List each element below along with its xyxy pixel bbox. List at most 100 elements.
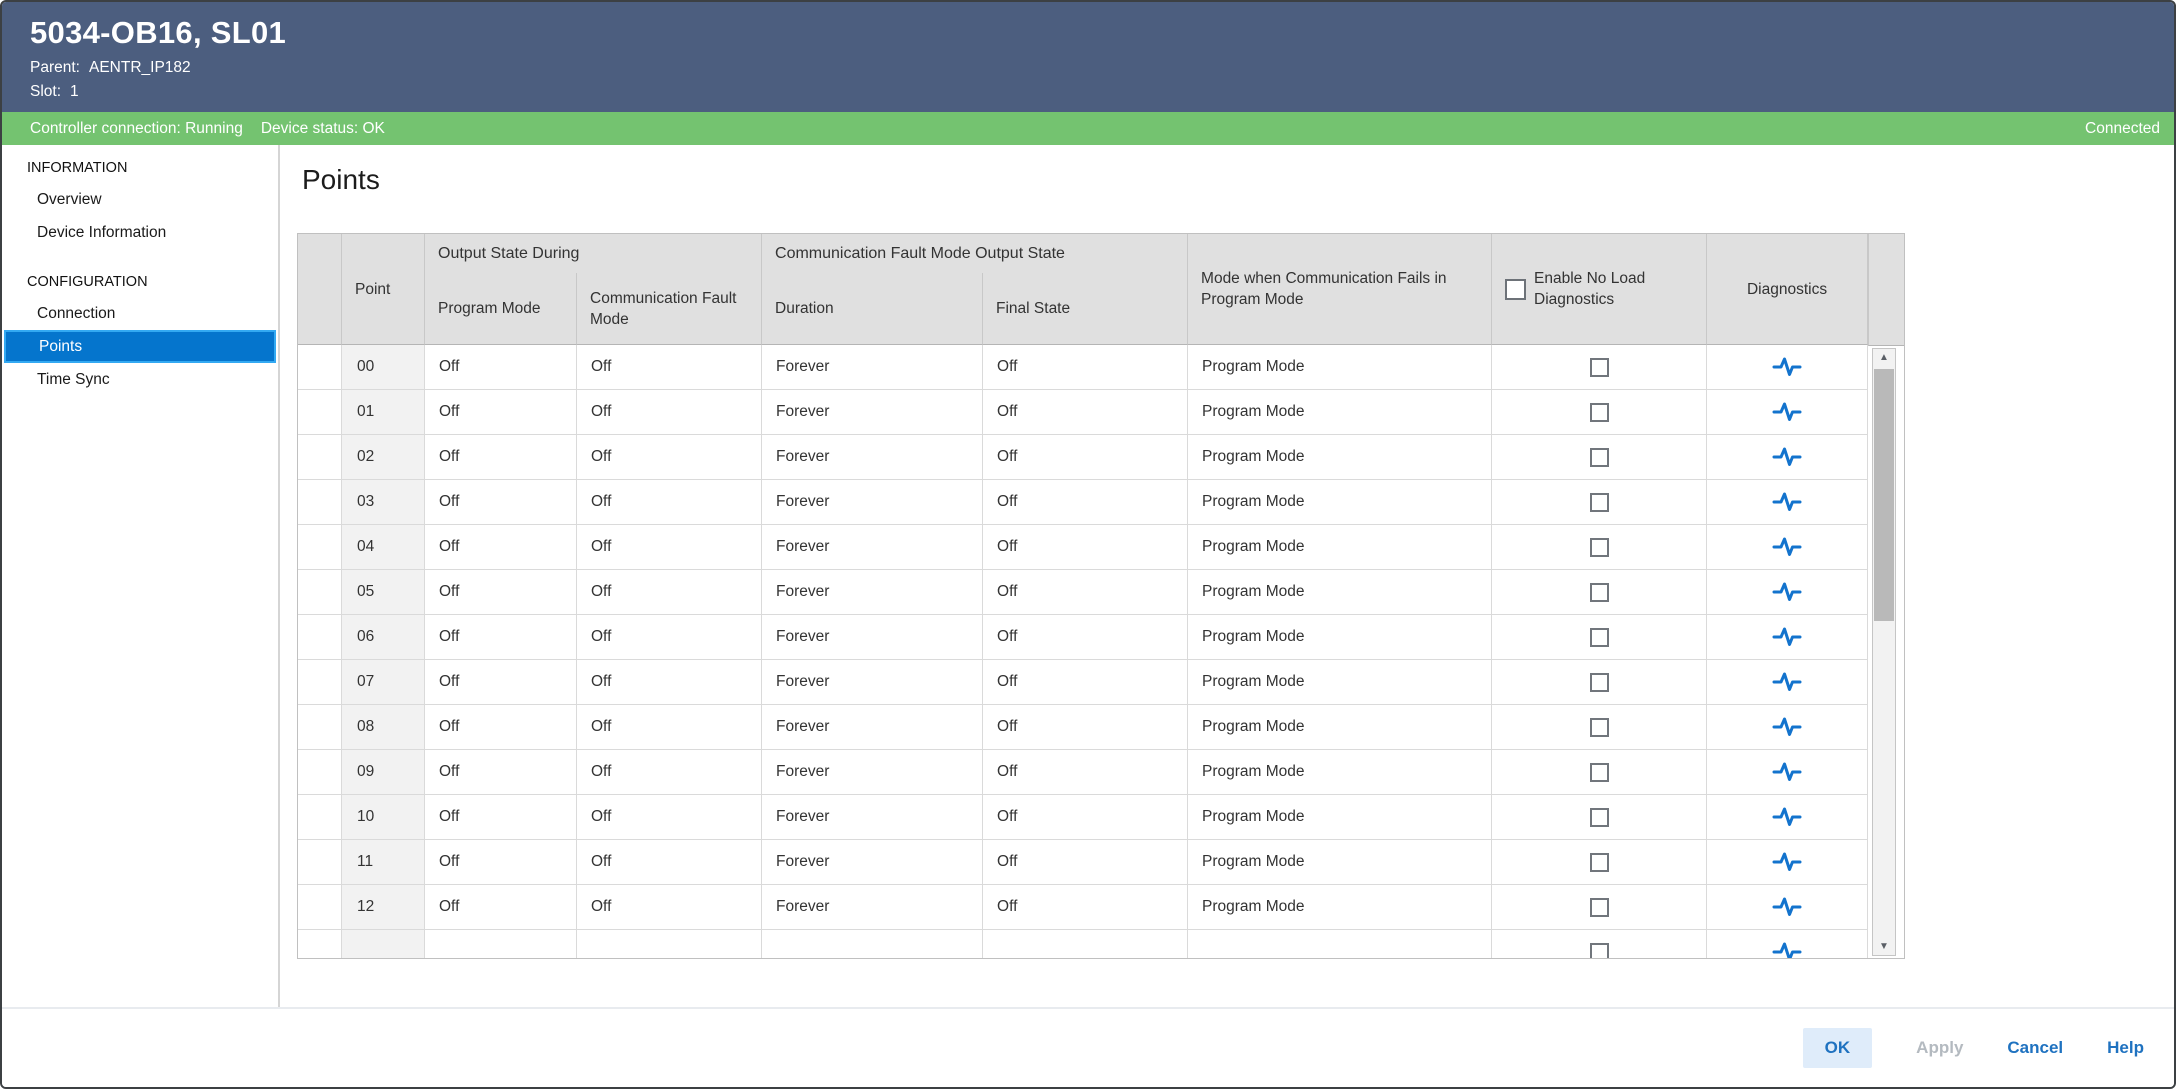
comm-fault-mode-cell[interactable]: Off bbox=[577, 660, 762, 705]
duration-cell[interactable]: Forever bbox=[762, 390, 983, 435]
diagnostics-pulse-icon[interactable] bbox=[1772, 940, 1802, 959]
no-load-checkbox[interactable] bbox=[1590, 943, 1609, 960]
mode-when-cell[interactable]: Program Mode bbox=[1188, 705, 1492, 750]
diagnostics-pulse-icon[interactable] bbox=[1772, 715, 1802, 739]
row-selector-cell[interactable] bbox=[298, 930, 342, 959]
row-selector-cell[interactable] bbox=[298, 480, 342, 525]
program-mode-cell[interactable]: Off bbox=[425, 435, 577, 480]
vertical-scrollbar[interactable]: ▲ ▼ bbox=[1872, 348, 1896, 956]
final-state-cell[interactable]: Off bbox=[983, 840, 1188, 885]
no-load-checkbox[interactable] bbox=[1590, 538, 1609, 557]
duration-cell[interactable]: Forever bbox=[762, 705, 983, 750]
final-state-cell[interactable]: Off bbox=[983, 435, 1188, 480]
no-load-checkbox[interactable] bbox=[1590, 853, 1609, 872]
diagnostics-pulse-icon[interactable] bbox=[1772, 850, 1802, 874]
program-mode-cell[interactable]: Off bbox=[425, 840, 577, 885]
row-selector-cell[interactable] bbox=[298, 525, 342, 570]
diagnostics-pulse-icon[interactable] bbox=[1772, 625, 1802, 649]
diagnostics-pulse-icon[interactable] bbox=[1772, 580, 1802, 604]
final-state-cell[interactable]: Off bbox=[983, 705, 1188, 750]
diagnostics-pulse-icon[interactable] bbox=[1772, 895, 1802, 919]
duration-cell[interactable]: Forever bbox=[762, 570, 983, 615]
final-state-cell[interactable]: Off bbox=[983, 750, 1188, 795]
program-mode-cell[interactable]: Off bbox=[425, 345, 577, 390]
ok-button[interactable]: OK bbox=[1803, 1028, 1873, 1068]
no-load-checkbox[interactable] bbox=[1590, 358, 1609, 377]
final-state-cell[interactable]: Off bbox=[983, 525, 1188, 570]
row-selector-cell[interactable] bbox=[298, 795, 342, 840]
row-selector-cell[interactable] bbox=[298, 435, 342, 480]
no-load-checkbox[interactable] bbox=[1590, 763, 1609, 782]
comm-fault-mode-cell[interactable]: Off bbox=[577, 390, 762, 435]
final-state-cell[interactable]: Off bbox=[983, 885, 1188, 930]
diagnostics-pulse-icon[interactable] bbox=[1772, 445, 1802, 469]
diagnostics-pulse-icon[interactable] bbox=[1772, 760, 1802, 784]
program-mode-cell[interactable]: Off bbox=[425, 525, 577, 570]
mode-when-cell[interactable]: Program Mode bbox=[1188, 795, 1492, 840]
program-mode-cell[interactable]: Off bbox=[425, 480, 577, 525]
sidebar-item-time-sync[interactable]: Time Sync bbox=[2, 363, 278, 396]
duration-cell[interactable]: Forever bbox=[762, 435, 983, 480]
comm-fault-mode-cell[interactable]: Off bbox=[577, 885, 762, 930]
duration-cell[interactable]: Forever bbox=[762, 480, 983, 525]
duration-cell[interactable]: Forever bbox=[762, 840, 983, 885]
no-load-checkbox[interactable] bbox=[1590, 898, 1609, 917]
comm-fault-mode-cell[interactable]: Off bbox=[577, 480, 762, 525]
mode-when-cell[interactable]: Program Mode bbox=[1188, 750, 1492, 795]
final-state-cell[interactable]: Off bbox=[983, 390, 1188, 435]
mode-when-cell[interactable]: Program Mode bbox=[1188, 840, 1492, 885]
program-mode-cell[interactable]: Off bbox=[425, 795, 577, 840]
scroll-up-arrow-icon[interactable]: ▲ bbox=[1873, 349, 1895, 366]
comm-fault-mode-cell[interactable]: Off bbox=[577, 795, 762, 840]
scroll-down-arrow-icon[interactable]: ▼ bbox=[1873, 938, 1895, 955]
diagnostics-pulse-icon[interactable] bbox=[1772, 400, 1802, 424]
duration-cell[interactable]: Forever bbox=[762, 750, 983, 795]
duration-cell[interactable]: Forever bbox=[762, 660, 983, 705]
no-load-checkbox[interactable] bbox=[1590, 628, 1609, 647]
row-selector-cell[interactable] bbox=[298, 885, 342, 930]
diagnostics-pulse-icon[interactable] bbox=[1772, 805, 1802, 829]
mode-when-cell[interactable]: Program Mode bbox=[1188, 345, 1492, 390]
mode-when-cell[interactable]: Program Mode bbox=[1188, 615, 1492, 660]
sidebar-item-connection[interactable]: Connection bbox=[2, 297, 278, 330]
sidebar-item-device-information[interactable]: Device Information bbox=[2, 216, 278, 249]
program-mode-cell[interactable]: Off bbox=[425, 615, 577, 660]
mode-when-cell[interactable]: Program Mode bbox=[1188, 570, 1492, 615]
comm-fault-mode-cell[interactable]: Off bbox=[577, 705, 762, 750]
comm-fault-mode-cell[interactable]: Off bbox=[577, 570, 762, 615]
duration-cell[interactable]: Forever bbox=[762, 885, 983, 930]
mode-when-cell[interactable]: Program Mode bbox=[1188, 480, 1492, 525]
program-mode-cell[interactable] bbox=[425, 930, 577, 959]
mode-when-cell[interactable]: Program Mode bbox=[1188, 525, 1492, 570]
sidebar-item-points[interactable]: Points bbox=[4, 330, 276, 363]
scrollbar-thumb[interactable] bbox=[1874, 369, 1894, 621]
final-state-cell[interactable]: Off bbox=[983, 660, 1188, 705]
mode-when-cell[interactable] bbox=[1188, 930, 1492, 959]
final-state-cell[interactable]: Off bbox=[983, 480, 1188, 525]
diagnostics-pulse-icon[interactable] bbox=[1772, 670, 1802, 694]
program-mode-cell[interactable]: Off bbox=[425, 705, 577, 750]
diagnostics-pulse-icon[interactable] bbox=[1772, 490, 1802, 514]
row-selector-cell[interactable] bbox=[298, 840, 342, 885]
row-selector-cell[interactable] bbox=[298, 705, 342, 750]
final-state-cell[interactable] bbox=[983, 930, 1188, 959]
row-selector-cell[interactable] bbox=[298, 390, 342, 435]
cancel-button[interactable]: Cancel bbox=[2007, 1038, 2063, 1058]
diagnostics-pulse-icon[interactable] bbox=[1772, 535, 1802, 559]
duration-cell[interactable]: Forever bbox=[762, 795, 983, 840]
row-selector-cell[interactable] bbox=[298, 660, 342, 705]
row-selector-cell[interactable] bbox=[298, 570, 342, 615]
program-mode-cell[interactable]: Off bbox=[425, 660, 577, 705]
enable-no-load-all-checkbox[interactable] bbox=[1505, 279, 1526, 300]
row-selector-cell[interactable] bbox=[298, 345, 342, 390]
no-load-checkbox[interactable] bbox=[1590, 493, 1609, 512]
no-load-checkbox[interactable] bbox=[1590, 403, 1609, 422]
mode-when-cell[interactable]: Program Mode bbox=[1188, 390, 1492, 435]
final-state-cell[interactable]: Off bbox=[983, 345, 1188, 390]
program-mode-cell[interactable]: Off bbox=[425, 885, 577, 930]
final-state-cell[interactable]: Off bbox=[983, 795, 1188, 840]
comm-fault-mode-cell[interactable]: Off bbox=[577, 750, 762, 795]
no-load-checkbox[interactable] bbox=[1590, 673, 1609, 692]
no-load-checkbox[interactable] bbox=[1590, 718, 1609, 737]
no-load-checkbox[interactable] bbox=[1590, 448, 1609, 467]
